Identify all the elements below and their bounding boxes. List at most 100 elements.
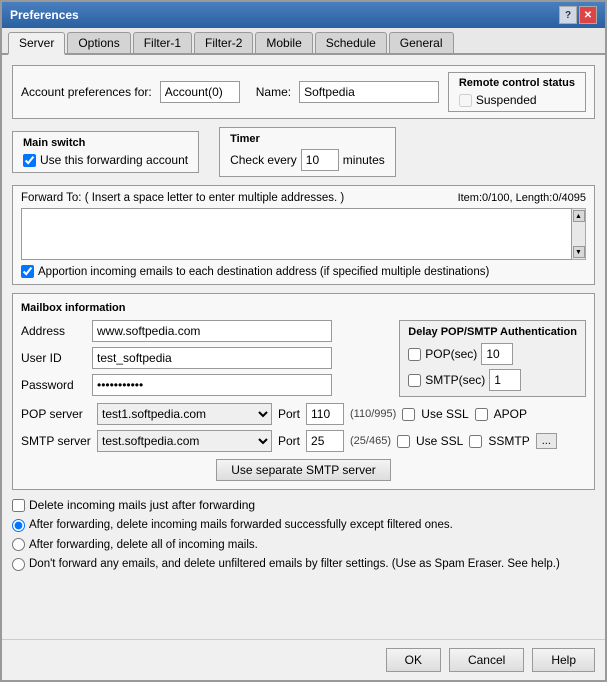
pop-hint: (110/995) xyxy=(350,408,396,420)
delete-mails-checkbox[interactable] xyxy=(12,499,25,512)
smtp-ssl-label: Use SSL xyxy=(416,434,463,448)
pop-port-field[interactable] xyxy=(306,403,344,425)
main-switch-section: Main switch Use this forwarding account xyxy=(12,131,199,173)
smtp-delay-label: SMTP(sec) xyxy=(425,373,485,387)
mailbox-inner: Address User ID Password xyxy=(21,320,586,397)
tab-server[interactable]: Server xyxy=(8,32,65,55)
scroll-down-button[interactable]: ▼ xyxy=(573,246,585,258)
delete-radio3-label: Don't forward any emails, and delete unf… xyxy=(29,556,560,572)
smtp-port-field[interactable] xyxy=(306,430,344,452)
password-field[interactable] xyxy=(92,374,332,396)
delete-radio3[interactable] xyxy=(12,558,25,571)
main-content: Account preferences for: Name: Remote co… xyxy=(2,55,605,639)
forward-textarea[interactable] xyxy=(21,208,572,260)
check-every-label: Check every xyxy=(230,153,297,167)
account-id-field[interactable] xyxy=(160,81,240,103)
pop-ssl-checkbox[interactable] xyxy=(402,408,415,421)
window-title: Preferences xyxy=(10,8,79,22)
aportion-row: Apportion incoming emails to each destin… xyxy=(21,265,586,278)
smtp-ssl-checkbox[interactable] xyxy=(397,435,410,448)
smtp-delay-checkbox[interactable] xyxy=(408,374,421,387)
tab-mobile[interactable]: Mobile xyxy=(255,32,312,53)
pop-server-select[interactable]: test1.softpedia.com xyxy=(97,403,272,425)
ok-button[interactable]: OK xyxy=(386,648,441,672)
scroll-up-button[interactable]: ▲ xyxy=(573,210,585,222)
userid-row: User ID xyxy=(21,347,389,369)
help-title-button[interactable]: ? xyxy=(559,6,577,24)
delay-auth-section: Delay POP/SMTP Authentication POP(sec) S… xyxy=(399,320,586,397)
smtp-ssmtp-label: SSMTP xyxy=(488,434,529,448)
timer-value-field[interactable] xyxy=(301,149,339,171)
switch-timer-row: Main switch Use this forwarding account … xyxy=(12,127,595,177)
forward-counter: Item:0/100, Length:0/4095 xyxy=(458,192,586,204)
tab-options[interactable]: Options xyxy=(67,32,130,53)
delete-radio1-label: After forwarding, delete incoming mails … xyxy=(29,517,453,533)
tab-filter2[interactable]: Filter-2 xyxy=(194,32,253,53)
main-switch-checkbox[interactable] xyxy=(23,154,36,167)
title-bar: Preferences ? ✕ xyxy=(2,2,605,28)
delete-radio2[interactable] xyxy=(12,538,25,551)
title-bar-buttons: ? ✕ xyxy=(559,6,597,24)
smtp-server-select[interactable]: test.softpedia.com xyxy=(97,430,272,452)
password-row: Password xyxy=(21,374,389,396)
pop-delay-row: POP(sec) xyxy=(408,343,577,365)
suspended-row: Suspended xyxy=(459,93,575,107)
forward-to-label: Forward To: ( Insert a space letter to e… xyxy=(21,192,344,204)
pop-server-row: POP server test1.softpedia.com Port (110… xyxy=(21,403,586,425)
cancel-button[interactable]: Cancel xyxy=(449,648,524,672)
preferences-window: Preferences ? ✕ Server Options Filter-1 … xyxy=(0,0,607,682)
smtp-delay-value[interactable] xyxy=(489,369,521,391)
suspended-label: Suspended xyxy=(476,93,537,107)
suspended-checkbox[interactable] xyxy=(459,94,472,107)
timer-row: Check every minutes xyxy=(230,149,385,171)
delete-mails-label: Delete incoming mails just after forward… xyxy=(29,498,255,512)
smtp-delay-row: SMTP(sec) xyxy=(408,369,577,391)
pop-apop-checkbox[interactable] xyxy=(475,408,488,421)
account-prefs-section: Account preferences for: Name: Remote co… xyxy=(12,65,595,119)
delete-options-section: Delete incoming mails just after forward… xyxy=(12,498,595,572)
smtp-server-label: SMTP server xyxy=(21,434,91,448)
account-prefs-label: Account preferences for: xyxy=(21,85,152,99)
timer-unit-label: minutes xyxy=(343,153,385,167)
forward-area-wrap: ▲ ▼ xyxy=(21,208,586,260)
radio3-row: Don't forward any emails, and delete unf… xyxy=(12,556,595,572)
smtp-extra-button[interactable]: ... xyxy=(536,433,557,449)
pop-server-label: POP server xyxy=(21,407,91,421)
tab-schedule[interactable]: Schedule xyxy=(315,32,387,53)
sep-smtp-button[interactable]: Use separate SMTP server xyxy=(216,459,391,481)
pop-delay-label: POP(sec) xyxy=(425,347,477,361)
mailbox-section: Mailbox information Address User ID xyxy=(12,293,595,490)
delete-radio1[interactable] xyxy=(12,519,25,532)
delete-checkbox-row: Delete incoming mails just after forward… xyxy=(12,498,595,512)
address-row: Address xyxy=(21,320,389,342)
address-field[interactable] xyxy=(92,320,332,342)
pop-delay-value[interactable] xyxy=(481,343,513,365)
footer-buttons: OK Cancel Help xyxy=(2,639,605,680)
account-name-field[interactable] xyxy=(299,81,439,103)
timer-section: Timer Check every minutes xyxy=(219,127,396,177)
tab-filter1[interactable]: Filter-1 xyxy=(133,32,192,53)
pop-delay-checkbox[interactable] xyxy=(408,348,421,361)
main-switch-title: Main switch xyxy=(23,137,188,149)
address-label: Address xyxy=(21,324,86,338)
pop-ssl-label: Use SSL xyxy=(421,407,468,421)
timer-title: Timer xyxy=(230,133,385,145)
delete-radio2-label: After forwarding, delete all of incoming… xyxy=(29,539,258,551)
pop-apop-label: APOP xyxy=(494,407,527,421)
close-title-button[interactable]: ✕ xyxy=(579,6,597,24)
help-button[interactable]: Help xyxy=(532,648,595,672)
mailbox-section-label: Mailbox information xyxy=(21,302,586,314)
radio1-row: After forwarding, delete incoming mails … xyxy=(12,517,595,533)
smtp-ssmtp-checkbox[interactable] xyxy=(469,435,482,448)
forward-scrollbar[interactable]: ▲ ▼ xyxy=(572,208,586,260)
radio2-row: After forwarding, delete all of incoming… xyxy=(12,538,595,551)
tab-general[interactable]: General xyxy=(389,32,454,53)
aportion-label: Apportion incoming emails to each destin… xyxy=(38,266,489,278)
password-label: Password xyxy=(21,378,86,392)
main-switch-row: Use this forwarding account xyxy=(23,153,188,167)
pop-port-label: Port xyxy=(278,407,300,421)
userid-field[interactable] xyxy=(92,347,332,369)
mailbox-fields: Address User ID Password xyxy=(21,320,389,397)
aportion-checkbox[interactable] xyxy=(21,265,34,278)
userid-label: User ID xyxy=(21,351,86,365)
